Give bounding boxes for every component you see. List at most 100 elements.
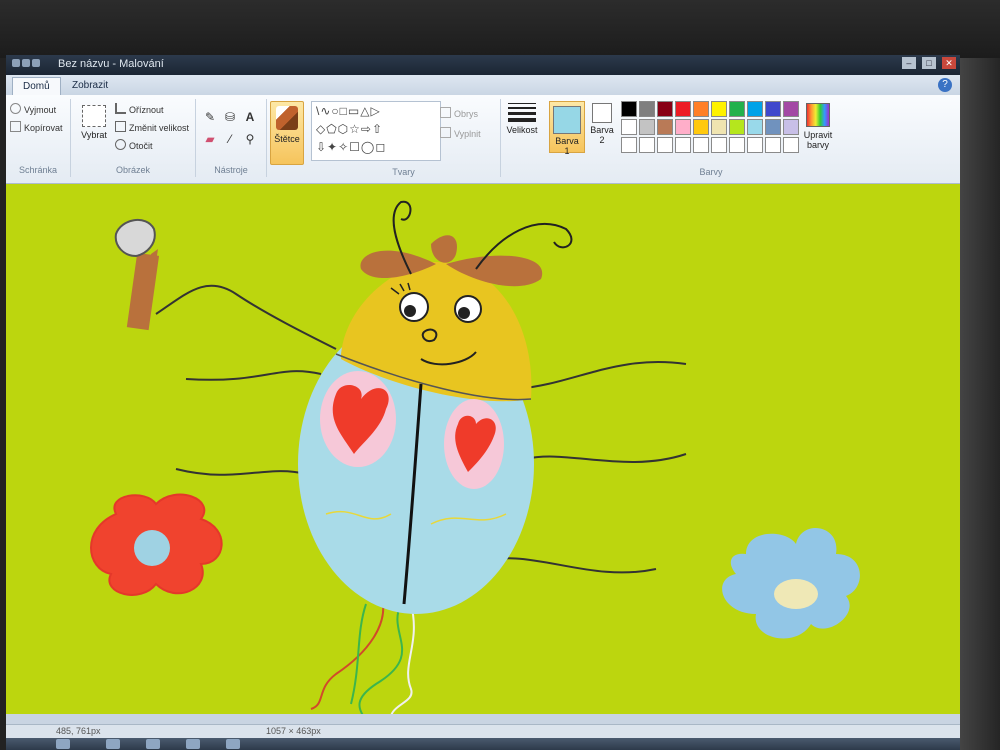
magnifier-icon[interactable]: ⚲	[242, 131, 258, 147]
taskbar	[6, 738, 960, 750]
palette-swatch[interactable]	[675, 137, 691, 153]
crop-button[interactable]: Oříznout	[115, 103, 164, 115]
palette-swatch[interactable]	[711, 101, 727, 117]
tab-view[interactable]: Zobrazit	[62, 77, 118, 94]
palette-swatch[interactable]	[747, 101, 763, 117]
palette-swatch[interactable]	[639, 137, 655, 153]
help-button[interactable]: ?	[938, 78, 952, 92]
shapes-group-label: Tvary	[392, 167, 415, 177]
shapes-row-1: \∿○□▭△▷	[316, 104, 381, 118]
size-button[interactable]: Velikost	[502, 103, 542, 135]
palette-swatch[interactable]	[783, 137, 799, 153]
palette-swatch[interactable]	[747, 137, 763, 153]
color2-button[interactable]: Barva 2	[586, 103, 618, 145]
palette-swatch[interactable]	[729, 137, 745, 153]
palette-swatch[interactable]	[729, 119, 745, 135]
taskbar-app-icon[interactable]	[186, 739, 200, 749]
palette-swatch[interactable]	[765, 101, 781, 117]
palette-swatch[interactable]	[783, 101, 799, 117]
window-controls: – □ ✕	[899, 57, 956, 69]
red-flower	[90, 493, 223, 596]
palette-swatch[interactable]	[621, 119, 637, 135]
brush-icon	[276, 106, 298, 130]
rotate-icon	[115, 139, 126, 150]
resize-button[interactable]: Změnit velikost	[115, 121, 189, 133]
pencil-icon[interactable]: ✎	[202, 109, 218, 125]
brushes-button[interactable]: Štětce	[270, 101, 304, 165]
taskbar-app-icon[interactable]	[106, 739, 120, 749]
beetle-drawing	[90, 200, 860, 714]
scissors-icon	[10, 103, 21, 114]
select-button[interactable]: Vybrat	[77, 105, 111, 140]
beetle-arm	[114, 219, 160, 331]
colors-group-label: Barvy	[699, 167, 723, 177]
color1-button[interactable]: Barva 1	[549, 101, 585, 156]
monitor-bezel-top	[0, 0, 1000, 58]
cursor-position: 485, 761px	[56, 726, 101, 736]
clipboard-group: Vyjmout Kopírovat Schránka	[6, 99, 71, 177]
ribbon: Vyjmout Kopírovat Schránka Vybrat Ořízno…	[6, 95, 960, 184]
copy-icon	[10, 121, 21, 132]
text-icon[interactable]: A	[242, 109, 258, 125]
taskbar-start-icon[interactable]	[56, 739, 70, 749]
taskbar-app-icon[interactable]	[146, 739, 160, 749]
shapes-gallery[interactable]: \∿○□▭△▷ ◇⬠⬡☆⇨⇧ ⇩✦✧☐◯◻	[311, 101, 441, 161]
palette-swatch[interactable]	[675, 101, 691, 117]
shapes-row-2: ◇⬠⬡☆⇨⇧	[316, 122, 384, 136]
palette-swatch[interactable]	[639, 101, 655, 117]
paint-window: Bez názvu - Malování – □ ✕ Domů Zobrazit…	[6, 55, 960, 750]
palette-swatch[interactable]	[711, 137, 727, 153]
palette-swatch[interactable]	[675, 119, 691, 135]
palette-swatch[interactable]	[693, 101, 709, 117]
palette-swatch[interactable]	[711, 119, 727, 135]
color2-swatch	[592, 103, 612, 123]
blue-flower	[722, 527, 860, 639]
shapes-row-3: ⇩✦✧☐◯◻	[316, 140, 387, 154]
tools-group-label: Nástroje	[214, 165, 248, 175]
minimize-button[interactable]: –	[901, 57, 916, 69]
drawing-canvas[interactable]	[6, 184, 960, 714]
taskbar-app-icon[interactable]	[226, 739, 240, 749]
monitor-bezel-right	[960, 58, 1000, 750]
palette-swatch[interactable]	[729, 101, 745, 117]
window-title: Bez názvu - Malování	[58, 58, 164, 70]
cut-button[interactable]: Vyjmout	[10, 103, 56, 115]
palette-swatch[interactable]	[765, 119, 781, 135]
palette-swatch[interactable]	[621, 101, 637, 117]
ribbon-tabs: Domů Zobrazit ?	[6, 75, 960, 96]
fill-icon[interactable]: ⛁	[222, 109, 238, 125]
palette-swatch[interactable]	[693, 137, 709, 153]
color1-swatch	[553, 106, 581, 134]
line-size-icon	[508, 103, 536, 122]
rotate-button[interactable]: Otočit	[115, 139, 153, 151]
tab-home[interactable]: Domů	[12, 77, 61, 95]
color-picker-icon[interactable]: ⁄	[222, 131, 238, 147]
edit-colors-button[interactable]: Upravit barvy	[799, 103, 837, 150]
copy-button[interactable]: Kopírovat	[10, 121, 63, 133]
tools-group: ✎ ⛁ A ▰ ⁄ ⚲ Nástroje	[196, 99, 267, 177]
palette-swatch[interactable]	[657, 119, 673, 135]
image-size: 1057 × 463px	[266, 726, 321, 736]
palette-swatch[interactable]	[693, 119, 709, 135]
fill-shape-icon	[440, 127, 451, 138]
close-button[interactable]: ✕	[942, 57, 956, 69]
eraser-icon[interactable]: ▰	[202, 131, 218, 147]
title-bar: Bez názvu - Malování – □ ✕	[6, 55, 960, 75]
palette-swatch[interactable]	[783, 119, 799, 135]
resize-icon	[115, 121, 126, 132]
palette-swatch[interactable]	[639, 119, 655, 135]
quick-access-toolbar[interactable]	[12, 58, 42, 70]
palette-swatch[interactable]	[747, 119, 763, 135]
fill-shape-button[interactable]: Vyplnit	[440, 127, 481, 139]
rainbow-icon	[806, 103, 830, 127]
palette-swatch[interactable]	[657, 137, 673, 153]
separator	[500, 99, 501, 177]
outline-button[interactable]: Obrys	[440, 107, 478, 119]
image-group-label: Obrázek	[115, 165, 150, 175]
palette-swatch[interactable]	[657, 101, 673, 117]
select-icon	[82, 105, 106, 127]
palette-swatch[interactable]	[765, 137, 781, 153]
image-group: Vybrat Oříznout Změnit velikost Otočit O…	[71, 99, 196, 177]
palette-swatch[interactable]	[621, 137, 637, 153]
maximize-button[interactable]: □	[921, 57, 936, 69]
